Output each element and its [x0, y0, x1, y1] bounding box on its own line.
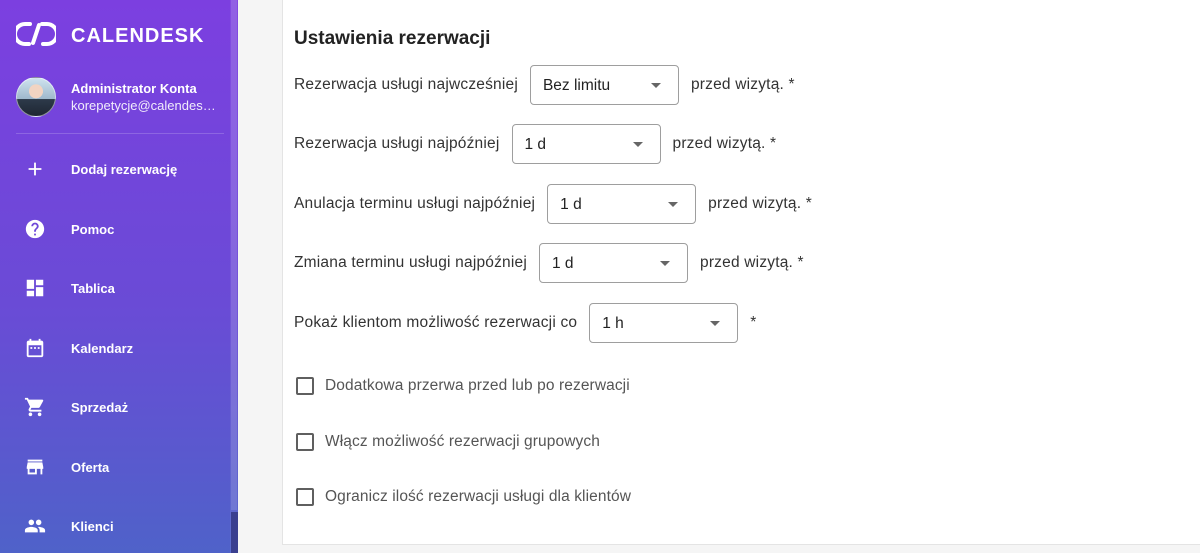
- setting-label: Pokaż klientom możliwość rezerwacji co: [294, 314, 578, 331]
- sidebar-item-label: Pomoc: [71, 221, 115, 237]
- sidebar-item-add-booking[interactable]: Dodaj rezerwację: [0, 144, 230, 194]
- checkbox-label[interactable]: Dodatkowa przerwa przed lub po rezerwacj…: [325, 377, 630, 395]
- checkbox[interactable]: [296, 377, 314, 395]
- checkbox-label[interactable]: Włącz możliwość rezerwacji grupowych: [325, 433, 600, 451]
- sidebar-item-label: Kalendarz: [71, 340, 134, 356]
- sidebar-item-label: Sprzedaż: [71, 399, 129, 415]
- dropdown-arrow-icon: [632, 142, 643, 147]
- reschedule-select[interactable]: 1 d: [539, 243, 688, 283]
- sidebar-item-label: Oferta: [71, 459, 110, 475]
- brand-logo[interactable]: CALENDESK: [13, 20, 205, 53]
- sidebar-scrollbar-end: [231, 512, 238, 553]
- select-value: 1 d: [552, 255, 574, 272]
- help-icon: [24, 218, 46, 240]
- setting-label: Anulacja terminu usługi najpóźniej: [294, 195, 536, 212]
- latest-booking-select[interactable]: 1 d: [511, 124, 661, 164]
- setting-suffix: przed wizytą. *: [672, 135, 777, 152]
- setting-row-interval: Pokaż klientom możliwość rezerwacji co 1…: [294, 303, 756, 343]
- setting-suffix: *: [750, 314, 757, 331]
- setting-row-latest-booking: Rezerwacja usługi najpóźniej 1 d przed w…: [294, 124, 776, 164]
- checkbox-label[interactable]: Ogranicz ilość rezerwacji usługi dla kli…: [325, 488, 631, 506]
- setting-row-earliest-booking: Rezerwacja usługi najwcześniej Bez limit…: [294, 65, 795, 105]
- cancellation-select[interactable]: 1 d: [547, 184, 697, 224]
- user-profile[interactable]: Administrator Konta korepetycje@calendes…: [16, 77, 216, 117]
- setting-label: Zmiana terminu usługi najpóźniej: [294, 254, 527, 271]
- sidebar-divider: [16, 133, 224, 134]
- cart-icon: [24, 396, 46, 418]
- dropdown-arrow-icon: [660, 261, 670, 266]
- setting-suffix: przed wizytą. *: [708, 195, 812, 212]
- setting-suffix: przed wizytą. *: [690, 76, 795, 93]
- sidebar-item-calendar[interactable]: Kalendarz: [0, 323, 230, 373]
- checkbox-extra-break[interactable]: Dodatkowa przerwa przed lub po rezerwacj…: [296, 374, 630, 398]
- select-value: 1 d: [560, 196, 582, 213]
- sidebar: CALENDESK Administrator Konta korepetycj…: [0, 0, 238, 553]
- setting-row-cancellation: Anulacja terminu usługi najpóźniej 1 d p…: [294, 184, 812, 224]
- sidebar-item-sales[interactable]: Sprzedaż: [0, 382, 230, 432]
- setting-suffix: przed wizytą. *: [700, 254, 804, 271]
- dropdown-arrow-icon: [668, 202, 679, 207]
- checkbox[interactable]: [296, 488, 314, 506]
- profile-name: Administrator Konta: [71, 81, 197, 96]
- setting-row-reschedule: Zmiana terminu usługi najpóźniej 1 d prz…: [294, 243, 804, 283]
- earliest-booking-select[interactable]: Bez limitu: [529, 65, 679, 105]
- sidebar-item-label: Dodaj rezerwację: [71, 161, 178, 177]
- avatar: [16, 77, 56, 117]
- brand-name: CALENDESK: [71, 25, 205, 47]
- interval-select[interactable]: 1 h: [589, 303, 739, 343]
- plus-icon: [24, 158, 46, 180]
- dropdown-arrow-icon: [710, 321, 721, 326]
- people-icon: [24, 515, 46, 537]
- select-value: Bez limitu: [542, 77, 611, 94]
- calendar-icon: [24, 337, 46, 359]
- dashboard-icon: [24, 277, 46, 299]
- sidebar-item-help[interactable]: Pomoc: [0, 204, 230, 254]
- select-value: 1 h: [602, 315, 624, 332]
- profile-email: korepetycje@calendesk.net: [71, 98, 216, 113]
- sidebar-item-clients[interactable]: Klienci: [0, 501, 230, 551]
- checkbox-limit-bookings[interactable]: Ogranicz ilość rezerwacji usługi dla kli…: [296, 485, 631, 509]
- sidebar-item-dashboard[interactable]: Tablica: [0, 263, 230, 313]
- calendesk-logo-icon: [13, 20, 59, 53]
- checkbox-group-bookings[interactable]: Włącz możliwość rezerwacji grupowych: [296, 430, 600, 454]
- sidebar-item-label: Tablica: [71, 280, 115, 296]
- sidebar-item-label: Klienci: [71, 518, 114, 534]
- section-title: Ustawienia rezerwacji: [294, 28, 491, 49]
- sidebar-item-offer[interactable]: Oferta: [0, 442, 230, 492]
- store-icon: [24, 456, 46, 478]
- sidebar-scrollbar-thumb[interactable]: [231, 0, 237, 510]
- dropdown-arrow-icon: [650, 83, 661, 88]
- checkbox[interactable]: [296, 433, 314, 451]
- setting-label: Rezerwacja usługi najpóźniej: [294, 135, 500, 152]
- setting-label: Rezerwacja usługi najwcześniej: [294, 76, 518, 93]
- select-value: 1 d: [524, 136, 547, 153]
